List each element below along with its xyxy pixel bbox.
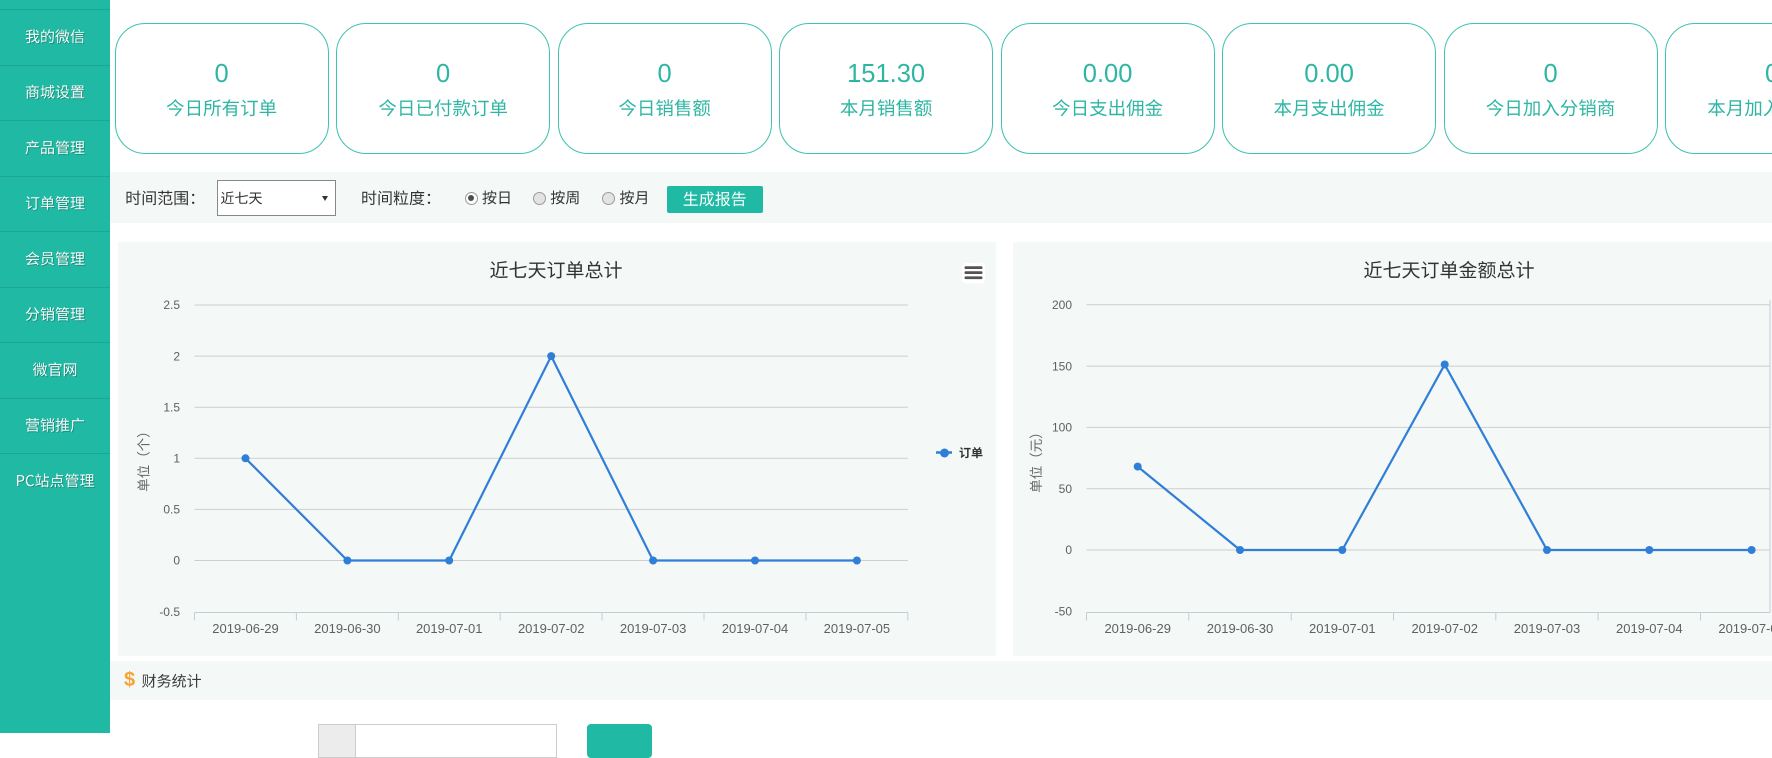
svg-text:0: 0 xyxy=(1065,543,1072,557)
svg-text:2019-07-05: 2019-07-05 xyxy=(1718,621,1772,636)
svg-text:2019-07-01: 2019-07-01 xyxy=(1309,621,1376,636)
svg-text:100: 100 xyxy=(1052,421,1072,435)
svg-text:2019-07-05: 2019-07-05 xyxy=(824,621,891,636)
svg-text:50: 50 xyxy=(1059,482,1073,496)
svg-text:2019-07-02: 2019-07-02 xyxy=(1411,621,1478,636)
svg-text:2019-06-30: 2019-06-30 xyxy=(314,621,381,636)
svg-text:200: 200 xyxy=(1052,298,1072,312)
svg-text:2019-07-03: 2019-07-03 xyxy=(1514,621,1581,636)
svg-text:1: 1 xyxy=(173,452,180,466)
svg-text:0: 0 xyxy=(173,554,180,568)
svg-text:2.5: 2.5 xyxy=(163,298,180,312)
svg-text:2019-06-29: 2019-06-29 xyxy=(1104,621,1171,636)
svg-text:2019-07-03: 2019-07-03 xyxy=(620,621,687,636)
svg-text:2019-07-04: 2019-07-04 xyxy=(1616,621,1683,636)
svg-text:2019-06-29: 2019-06-29 xyxy=(212,621,279,636)
svg-text:2019-07-01: 2019-07-01 xyxy=(416,621,483,636)
svg-text:2: 2 xyxy=(173,349,180,363)
svg-text:0.5: 0.5 xyxy=(163,503,180,517)
svg-text:2019-07-04: 2019-07-04 xyxy=(722,621,789,636)
svg-text:2019-06-30: 2019-06-30 xyxy=(1207,621,1274,636)
svg-text:150: 150 xyxy=(1052,359,1072,373)
svg-text:1.5: 1.5 xyxy=(163,400,180,414)
svg-text:2019-07-02: 2019-07-02 xyxy=(518,621,585,636)
svg-text:-0.5: -0.5 xyxy=(159,605,180,619)
svg-text:-50: -50 xyxy=(1055,605,1073,619)
